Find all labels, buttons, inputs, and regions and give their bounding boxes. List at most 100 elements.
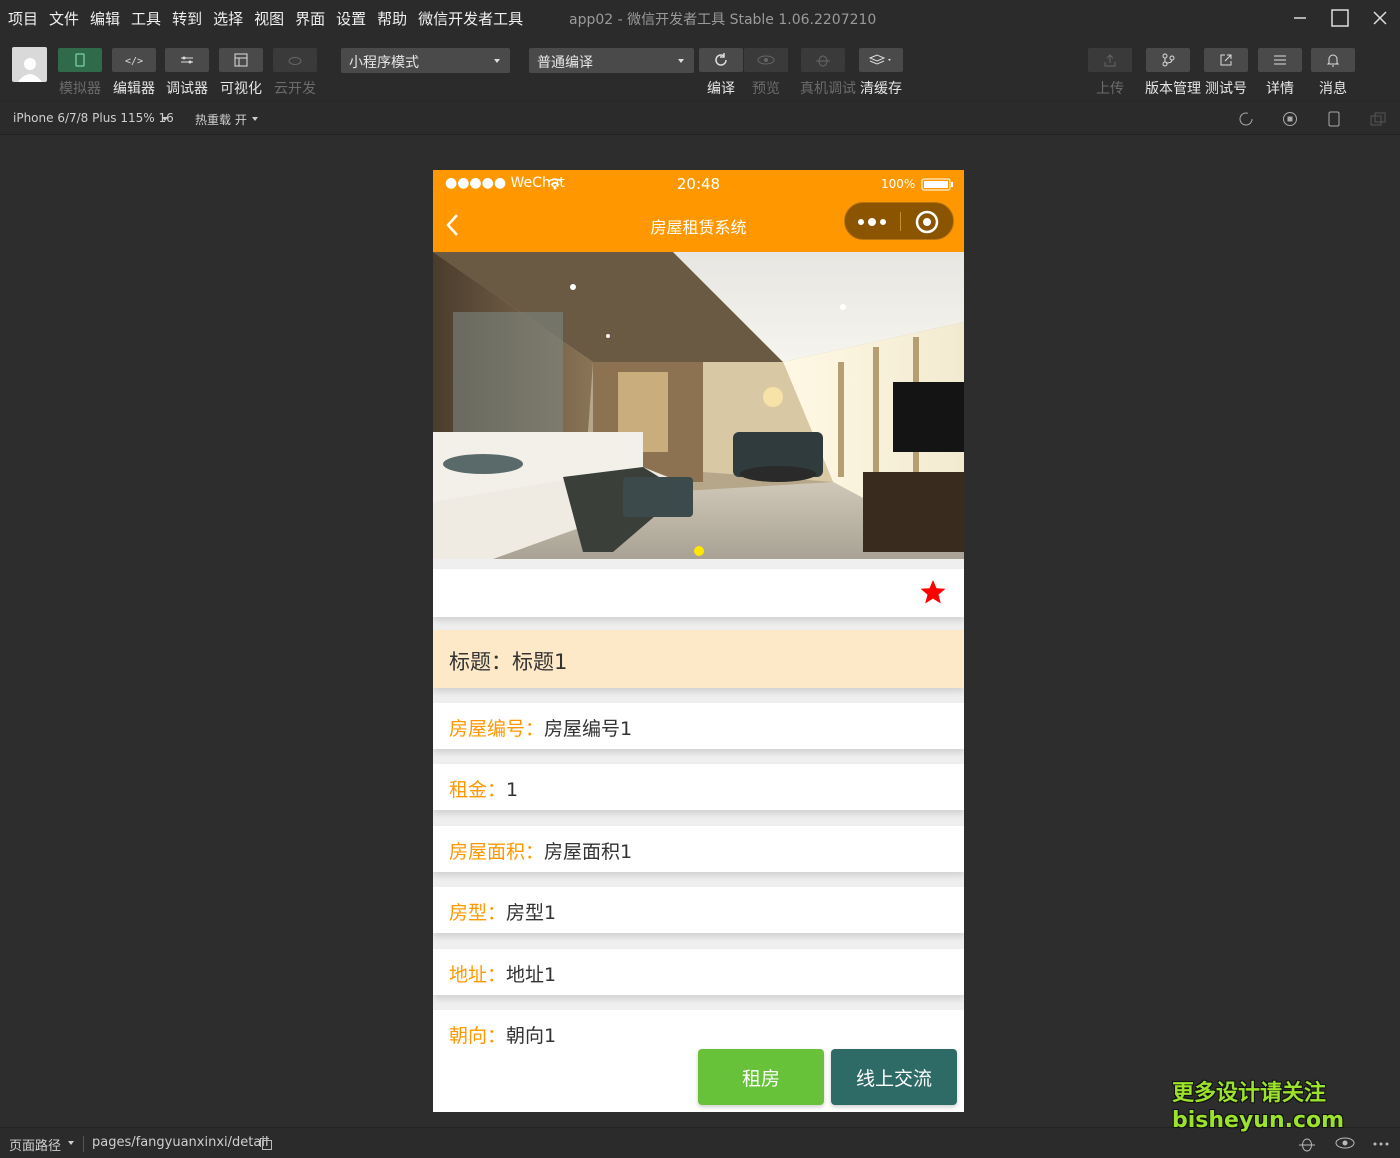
phone-nav-bar: 房屋租赁系统 bbox=[433, 198, 964, 252]
stop-button[interactable] bbox=[1268, 103, 1312, 135]
field-row: 房屋面积：房屋面积1 bbox=[449, 837, 632, 864]
field-label: 地址： bbox=[449, 964, 507, 986]
preview-label: 预览 bbox=[752, 81, 780, 97]
close-icon bbox=[1373, 11, 1387, 25]
mode-select[interactable]: 小程序模式 bbox=[341, 48, 510, 73]
stop-icon bbox=[1283, 112, 1297, 126]
svg-text:</>: </> bbox=[125, 56, 143, 65]
real-debug-button[interactable]: 真机调试 bbox=[800, 48, 856, 98]
messages-button[interactable]: 消息 bbox=[1310, 48, 1356, 98]
hotel-room-image bbox=[433, 252, 964, 559]
real-debug-label: 真机调试 bbox=[800, 81, 856, 97]
external-link-icon bbox=[1204, 48, 1248, 72]
caret-down-icon bbox=[68, 1141, 74, 1145]
bell-icon bbox=[1311, 48, 1355, 72]
detach-button[interactable] bbox=[1356, 103, 1400, 135]
preview-button[interactable]: 预览 bbox=[743, 48, 789, 98]
cloud-button[interactable]: 云开发 bbox=[272, 48, 318, 98]
debugger-label: 调试器 bbox=[166, 81, 208, 97]
minimize-button[interactable] bbox=[1280, 0, 1320, 36]
title-card: 标题：标题1 bbox=[433, 630, 964, 688]
clear-cache-button[interactable]: 清缓存 bbox=[858, 48, 904, 98]
battery-level: 100% bbox=[881, 177, 916, 191]
messages-label: 消息 bbox=[1319, 81, 1347, 97]
field-label: 房屋编号： bbox=[449, 718, 545, 740]
version-label: 版本管理 bbox=[1145, 81, 1201, 97]
details-button[interactable]: 详情 bbox=[1257, 48, 1303, 98]
device-select[interactable]: iPhone 6/7/8 Plus 115% 16 bbox=[13, 111, 174, 125]
simulator-actions bbox=[1224, 103, 1400, 135]
divider bbox=[83, 1136, 84, 1152]
hot-reload-toggle[interactable]: 热重载 开 bbox=[195, 111, 247, 128]
page-path-label[interactable]: 页面路径 bbox=[9, 1135, 61, 1154]
layers-icon bbox=[859, 48, 903, 72]
mobile-icon bbox=[1328, 111, 1340, 127]
rent-button[interactable]: 租房 bbox=[698, 1049, 824, 1105]
star-icon[interactable] bbox=[920, 579, 946, 605]
page-path: pages/fangyuanxinxi/detail bbox=[92, 1135, 269, 1150]
upload-button[interactable]: 上传 bbox=[1087, 48, 1133, 98]
copy-icon[interactable] bbox=[259, 1137, 273, 1151]
eye-icon bbox=[744, 48, 788, 72]
menu-item-devtools[interactable]: 微信开发者工具 bbox=[418, 8, 523, 29]
field-value: 房屋面积1 bbox=[544, 841, 633, 863]
compile-mode-value: 普通编译 bbox=[537, 55, 593, 71]
avatar[interactable] bbox=[12, 47, 47, 82]
menu-item-help[interactable]: 帮助 bbox=[377, 8, 407, 29]
battery-icon bbox=[921, 178, 953, 191]
phone-icon bbox=[58, 48, 102, 72]
caret-down-icon bbox=[494, 59, 500, 63]
title-value: 标题1 bbox=[512, 650, 568, 674]
version-button[interactable]: 版本管理 bbox=[1145, 48, 1201, 98]
field-label: 房型： bbox=[449, 902, 507, 924]
menu-item-select[interactable]: 选择 bbox=[213, 8, 243, 29]
caret-down-icon bbox=[678, 59, 684, 63]
test-account-label: 测试号 bbox=[1205, 81, 1247, 97]
field-label: 租金： bbox=[449, 779, 507, 801]
visual-button[interactable]: 可视化 bbox=[218, 48, 264, 98]
bug-icon[interactable] bbox=[1298, 1135, 1316, 1153]
upload-icon bbox=[1088, 48, 1132, 72]
more-icon[interactable] bbox=[1372, 1141, 1390, 1147]
rotate-button[interactable] bbox=[1224, 103, 1268, 135]
field-value: 地址1 bbox=[506, 964, 557, 986]
rotate-icon bbox=[1239, 112, 1253, 126]
capsule-divider bbox=[900, 212, 901, 231]
simulator-subbar: iPhone 6/7/8 Plus 115% 16 热重载 开 bbox=[0, 103, 1400, 135]
field-row: 房型：房型1 bbox=[449, 898, 556, 925]
menu-item-edit[interactable]: 编辑 bbox=[90, 8, 120, 29]
user-icon bbox=[17, 58, 42, 82]
layout-icon bbox=[219, 48, 263, 72]
field-row: 房屋编号：房屋编号1 bbox=[449, 714, 632, 741]
editor-label: 编辑器 bbox=[113, 81, 155, 97]
menu-item-goto[interactable]: 转到 bbox=[172, 8, 202, 29]
field-value: 朝向1 bbox=[506, 1025, 557, 1047]
visual-label: 可视化 bbox=[220, 81, 262, 97]
simulator-button[interactable]: 模拟器 bbox=[57, 48, 103, 98]
menu-item-view[interactable]: 视图 bbox=[254, 8, 284, 29]
close-target-icon[interactable] bbox=[915, 210, 939, 234]
online-chat-button[interactable]: 线上交流 bbox=[831, 1049, 957, 1105]
compile-mode-select[interactable]: 普通编译 bbox=[529, 48, 694, 73]
favorite-card bbox=[433, 569, 964, 617]
maximize-button[interactable] bbox=[1320, 0, 1360, 36]
menu-item-file[interactable]: 文件 bbox=[49, 8, 79, 29]
menu-item-interface[interactable]: 界面 bbox=[295, 8, 325, 29]
field-label: 房屋面积： bbox=[449, 841, 545, 863]
more-dots-icon[interactable] bbox=[857, 217, 887, 227]
menu-item-tools[interactable]: 工具 bbox=[131, 8, 161, 29]
device-button[interactable] bbox=[1312, 103, 1356, 135]
compile-button[interactable]: 编译 bbox=[698, 48, 744, 98]
menu-bar: 项目 文件 编辑 工具 转到 选择 视图 界面 设置 帮助 微信开发者工具 bbox=[0, 8, 534, 29]
debugger-button[interactable]: 调试器 bbox=[164, 48, 210, 98]
close-button[interactable] bbox=[1360, 0, 1400, 36]
caret-down-icon bbox=[162, 117, 168, 121]
editor-button[interactable]: </> 编辑器 bbox=[111, 48, 157, 98]
menu-item-settings[interactable]: 设置 bbox=[336, 8, 366, 29]
window-controls bbox=[1280, 0, 1400, 36]
room-photo[interactable] bbox=[433, 252, 964, 559]
eye-icon[interactable] bbox=[1335, 1137, 1355, 1149]
menu-lines-icon bbox=[1258, 48, 1302, 72]
test-account-button[interactable]: 测试号 bbox=[1203, 48, 1249, 98]
menu-item-project[interactable]: 项目 bbox=[8, 8, 38, 29]
